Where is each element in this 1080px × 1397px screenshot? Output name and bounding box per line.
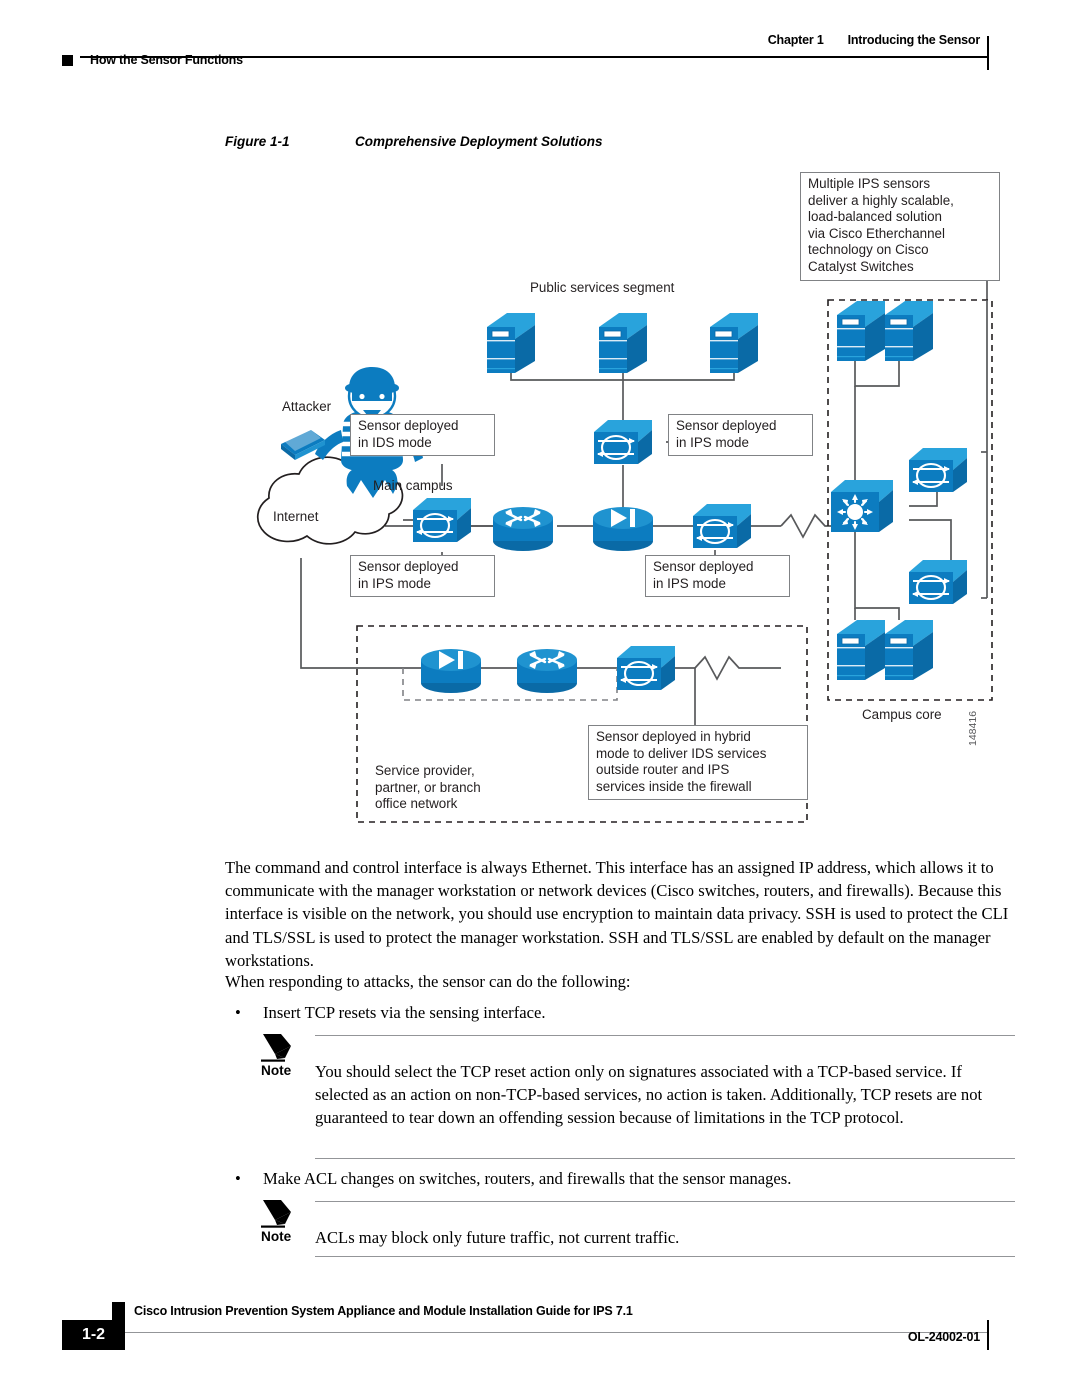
firewall-campus — [593, 507, 653, 551]
figure-number: Figure 1-1 — [225, 134, 290, 149]
header-chapter-number: Chapter 1 — [767, 33, 824, 47]
switch-main-campus — [411, 496, 473, 544]
callout-ips-mode-internet: Sensor deployed in IPS mode — [350, 555, 495, 598]
label-campus-core: Campus core — [862, 707, 942, 722]
note-label: Note — [261, 1229, 292, 1244]
figure-art-id: 148416 — [967, 710, 979, 746]
note-rule-top — [315, 1201, 1015, 1203]
server-public-1 — [486, 312, 536, 374]
firewall-branch — [421, 649, 481, 693]
bullet-marker-icon: • — [235, 1169, 241, 1188]
server-core-2 — [884, 300, 934, 362]
router-campus — [491, 505, 555, 553]
label-attacker: Attacker — [282, 399, 332, 414]
note-text: You should select the TCP reset action o… — [315, 1062, 983, 1128]
note-rule-top — [315, 1035, 1015, 1037]
server-core-4 — [884, 619, 934, 681]
sensor-branch-hybrid — [615, 644, 677, 692]
header-tick-mark — [987, 36, 990, 70]
callout-ids-mode: Sensor deployed in IDS mode — [350, 414, 495, 457]
paragraph-responding-intro: When responding to attacks, the sensor c… — [225, 972, 631, 991]
note-rule-bottom — [315, 1158, 1015, 1160]
label-main-campus: Main campus — [373, 478, 453, 493]
header-chapter: Chapter 1 Introducing the Sensor — [768, 33, 980, 47]
label-internet: Internet — [273, 509, 319, 524]
router-branch — [515, 647, 579, 695]
figure-caption: Figure 1-1 Comprehensive Deployment Solut… — [225, 134, 603, 149]
server-public-2 — [598, 312, 648, 374]
paragraph-command-control: The command and control interface is alw… — [225, 858, 1009, 970]
label-public-services-segment: Public services segment — [530, 280, 675, 295]
footer-doc-title: Cisco Intrusion Prevention System Applia… — [134, 1304, 633, 1318]
footer-square-bullet-icon — [112, 1302, 125, 1324]
sensor-campus-edge — [691, 502, 753, 550]
server-core-3 — [836, 619, 886, 681]
bullet-marker-icon: • — [235, 1003, 241, 1022]
label-service-provider: Service provider, partner, or branch off… — [375, 763, 481, 812]
note-rule-bottom — [315, 1256, 1015, 1258]
header-square-bullet-icon — [62, 55, 73, 66]
page-header: Chapter 1 Introducing the Sensor How the … — [0, 0, 1080, 80]
footer-tick-mark — [987, 1320, 990, 1350]
bullet-item-acl-changes: • Make ACL changes on switches, routers,… — [235, 1167, 1015, 1190]
callout-etherchannel: Multiple IPS sensors deliver a highly sc… — [800, 172, 1000, 281]
note-pencil-icon — [261, 1034, 291, 1062]
callout-ips-mode-core: Sensor deployed in IPS mode — [645, 555, 790, 598]
server-public-3 — [709, 312, 759, 374]
header-section-title: How the Sensor Functions — [90, 53, 243, 67]
switch-campus-core — [829, 478, 895, 534]
bullet-text: Insert TCP resets via the sensing interf… — [263, 1003, 546, 1022]
footer-doc-id: OL-24002-01 — [907, 1330, 980, 1344]
note-text: ACLs may block only future traffic, not … — [315, 1228, 680, 1247]
sensor-core-1 — [907, 446, 969, 494]
network-deployment-diagram: Public services segment Attacker Interne… — [225, 168, 1015, 838]
sensor-public-services — [592, 418, 654, 466]
figure-title: Comprehensive Deployment Solutions — [355, 134, 603, 149]
footer-rule — [80, 1332, 988, 1334]
header-chapter-title: Introducing the Sensor — [847, 33, 981, 47]
note-pencil-icon — [261, 1200, 291, 1228]
server-core-1 — [836, 300, 886, 362]
footer-page-number: 1-2 — [81, 1326, 106, 1343]
bullet-item-tcp-resets: • Insert TCP resets via the sensing inte… — [235, 1001, 1015, 1024]
page-footer: 1-2 Cisco Intrusion Prevention System Ap… — [0, 1290, 1080, 1380]
sensor-core-2 — [907, 558, 969, 606]
callout-ips-mode-public: Sensor deployed in IPS mode — [668, 414, 813, 457]
note-label: Note — [261, 1063, 292, 1078]
bullet-text: Make ACL changes on switches, routers, a… — [263, 1169, 792, 1188]
callout-hybrid-mode: Sensor deployed in hybrid mode to delive… — [588, 725, 808, 801]
